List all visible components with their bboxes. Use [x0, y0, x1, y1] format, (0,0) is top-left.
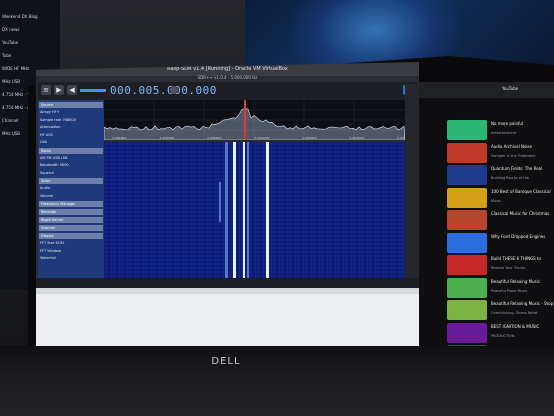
monitor-stand-base	[0, 346, 554, 416]
video-title[interactable]: Audio Archival Noise	[491, 144, 553, 149]
axis-tick-label: 4.996MHz	[160, 136, 175, 140]
video-thumbnail[interactable]	[447, 300, 487, 320]
video-title[interactable]: Beautiful Relaxing Music - Stop	[491, 301, 553, 306]
video-subtitle: Peaceful Piano Music	[491, 289, 553, 293]
dell-logo: DELL	[209, 354, 243, 370]
youtube-video-item[interactable]: Beautiful Relaxing Music Peaceful Piano M…	[447, 278, 554, 300]
sidebar-section-header[interactable]: Recorder	[39, 209, 103, 215]
sidebar-section-header[interactable]: Display	[39, 233, 103, 239]
axis-tick-label: 5.000MHz	[255, 136, 270, 140]
video-thumbnail[interactable]	[447, 210, 487, 230]
video-thumbnail[interactable]	[447, 233, 487, 253]
sidebar-setting-row[interactable]: Bandwidth 5000	[40, 163, 102, 168]
sdr-subtitle: SDR++ v1.0.4 - 5.000.000 Hz	[40, 74, 415, 82]
video-thumbnail[interactable]	[447, 120, 487, 140]
sidebar-setting-row[interactable]: Airspy HF+	[40, 110, 102, 115]
youtube-video-item[interactable]: Audio Archival Noise Sampler in the Treat…	[447, 143, 554, 165]
axis-tick-label: 5.002MHz	[302, 136, 317, 140]
left-monitor-text-line: DX news	[2, 27, 58, 32]
video-thumbnail[interactable]	[447, 165, 487, 185]
video-title[interactable]: BEST IGNITION & MUSIC	[491, 324, 553, 329]
video-subtitle: Music	[491, 199, 553, 203]
sdr-toolbar: ≡ ▶ ◀ ✦	[38, 82, 418, 100]
waterfall-display[interactable]	[104, 142, 405, 278]
sidebar-setting-row[interactable]: AM FM USB LSB	[40, 156, 102, 161]
sidebar-setting-row[interactable]: Attenuation	[40, 125, 102, 130]
signal-trace-side	[247, 142, 249, 278]
axis-tick-label: 5.004MHz	[350, 136, 365, 140]
youtube-video-item[interactable]: Build THESE 6 THINGS to Restore Your Truc…	[447, 255, 554, 277]
video-thumbnail[interactable]	[447, 255, 487, 275]
sidebar-section-header[interactable]: Sinks	[39, 178, 103, 184]
signal-trace-second	[266, 142, 269, 278]
sidebar-section-header[interactable]: Rigctl Server	[39, 217, 103, 223]
video-subtitle: PRODUCTION	[491, 334, 553, 338]
sdr-right-controls[interactable]	[405, 84, 419, 278]
youtube-video-item[interactable]: Beautiful Relaxing Music - Stop Overthink…	[447, 300, 554, 322]
left-monitor-text-line: Tube	[2, 53, 58, 58]
sidebar-setting-row[interactable]: LNA	[40, 140, 102, 145]
video-title[interactable]: Quantum Fields: The Real	[491, 166, 553, 171]
youtube-video-item[interactable]: No more painful entertainment	[447, 120, 554, 142]
spectrum-svg	[104, 100, 405, 140]
video-subtitle: Sampler in the Treatment	[491, 154, 553, 158]
play-icon[interactable]: ▶	[54, 85, 64, 95]
browser-toolbar	[419, 82, 554, 98]
signal-trace-main	[233, 142, 236, 278]
sidebar-setting-row[interactable]: FFT Window	[40, 249, 102, 254]
waterfall-noise	[104, 142, 405, 278]
volume-icon[interactable]: ◀	[67, 85, 77, 95]
video-subtitle: entertainment	[491, 131, 553, 135]
sidebar-setting-row[interactable]: Audio	[40, 186, 102, 191]
lower-desktop-area	[36, 288, 419, 354]
axis-tick-label: 4.998MHz	[207, 136, 222, 140]
left-monitor-text-line: Weekend DX Blog	[2, 14, 58, 19]
video-title[interactable]: Beautiful Relaxing Music	[491, 279, 553, 284]
video-subtitle: Building Blocks of the	[491, 176, 553, 180]
tuning-marker[interactable]	[244, 100, 246, 140]
sidebar-setting-row[interactable]: FFT Size 8192	[40, 241, 102, 246]
browser-tab-label[interactable]: YouTube	[502, 86, 518, 91]
sidebar-setting-row[interactable]: Squelch	[40, 171, 102, 176]
youtube-video-item[interactable]: Classical Music for Christmas	[447, 210, 554, 232]
video-title[interactable]: 100 Best of Baroque Classical	[491, 189, 553, 194]
youtube-video-item[interactable]: Quantum Fields: The Real Building Blocks …	[447, 165, 554, 187]
vm-taskbar	[36, 278, 419, 288]
axis-tick-label: 4.994MHz	[112, 136, 127, 140]
video-thumbnail[interactable]	[447, 188, 487, 208]
signal-trace-burst	[219, 182, 221, 222]
video-subtitle: Restore Your Trucks	[491, 266, 553, 270]
desktop-bar	[36, 288, 419, 294]
youtube-video-item[interactable]: 100 Best of Baroque Classical Music	[447, 188, 554, 210]
signal-trace-carrier	[243, 142, 245, 278]
sidebar-setting-row[interactable]: Sample rate 768000	[40, 118, 102, 123]
youtube-video-item[interactable]: BEST IGNITION & MUSIC PRODUCTION	[447, 323, 554, 345]
signal-trace-dim	[225, 142, 228, 278]
sidebar-setting-row[interactable]: Volume	[40, 194, 102, 199]
video-thumbnail[interactable]	[447, 323, 487, 343]
menu-icon[interactable]: ≡	[41, 85, 51, 95]
sidebar-section-header[interactable]: Scanner	[39, 225, 103, 231]
sidebar-section-header[interactable]: Frequency Manager	[39, 201, 103, 207]
youtube-video-item[interactable]: Why Ford Dropped Engines	[447, 233, 554, 255]
sidebar-section-header[interactable]: Radio	[39, 148, 103, 154]
video-subtitle: Overthinking, Stress Relief	[491, 311, 553, 315]
frequency-display[interactable]: 000.005.000.000	[110, 84, 217, 97]
sidebar-section-header[interactable]: Source	[39, 102, 103, 108]
video-thumbnail[interactable]	[447, 143, 487, 163]
sidebar-setting-row[interactable]: HF AGC	[40, 133, 102, 138]
sidebar-setting-row[interactable]: Waterfall	[40, 256, 102, 261]
video-title[interactable]: No more painful	[491, 121, 553, 126]
video-title[interactable]: Why Ford Dropped Engines	[491, 234, 553, 239]
video-thumbnail[interactable]	[447, 278, 487, 298]
video-title[interactable]: Classical Music for Christmas	[491, 211, 553, 216]
spectrum-plot[interactable]	[104, 100, 405, 140]
volume-slider[interactable]	[80, 89, 106, 92]
frequency-unit-icon[interactable]	[170, 86, 178, 94]
sdr-sidebar: Source Airspy HF+ Sample rate 768000 Attenu…	[38, 100, 104, 278]
left-monitor-text-line: YouTube	[2, 40, 58, 45]
video-title[interactable]: Build THESE 6 THINGS to	[491, 256, 553, 261]
